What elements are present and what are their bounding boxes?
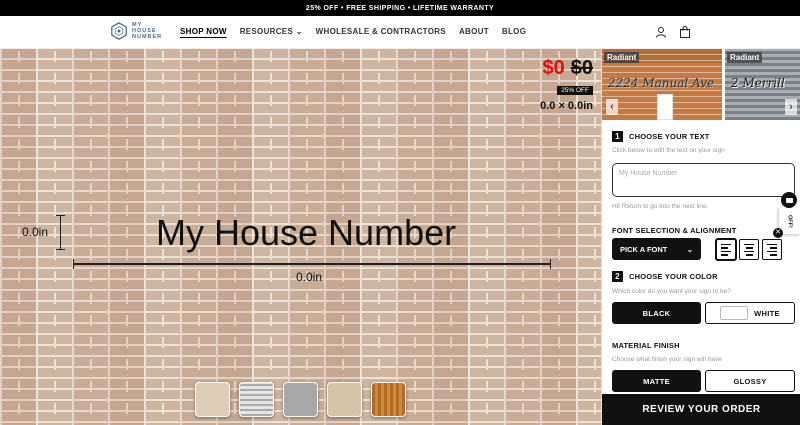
bag-icon[interactable]: [679, 26, 691, 38]
example-thumbnails: Radiant 2224 Manual Ave Radiant 2 Merril…: [602, 49, 800, 120]
door-image: [657, 94, 673, 120]
sale-price: $0: [542, 57, 565, 79]
sign-text-input[interactable]: My House Number: [612, 163, 795, 197]
swatch-stucco-beige[interactable]: [327, 382, 362, 417]
step-title: CHOOSE YOUR COLOR: [629, 272, 718, 281]
review-order-button[interactable]: REVIEW YOUR ORDER: [602, 394, 800, 425]
configurator-panel: Radiant 2224 Manual Ave Radiant 2 Merril…: [601, 49, 800, 425]
align-left-button[interactable]: [716, 239, 736, 260]
height-dimension-line: [56, 215, 65, 250]
pick-font-label: PICK A FONT: [620, 244, 668, 254]
thumbnail-1[interactable]: Radiant 2224 Manual Ave: [602, 49, 722, 120]
thumbnail-tag: Radiant: [727, 52, 763, 63]
width-label: 0.0in: [296, 270, 323, 284]
main-nav: SHOP NOW RESOURCES ⌄ WHOLESALE & CONTRAC…: [180, 27, 539, 36]
color-white-label: WHITE: [754, 308, 780, 318]
chevron-left-icon[interactable]: ‹: [606, 99, 618, 115]
step-number: 1: [612, 131, 623, 142]
step-choose-color: 2 CHOOSE YOUR COLOR: [612, 271, 718, 282]
thumbnail-text: 2224 Manual Ave: [608, 76, 715, 90]
nav-wholesale[interactable]: WHOLESALE & CONTRACTORS: [316, 27, 446, 36]
site-logo[interactable]: MY HOUSE NUMBER: [110, 22, 162, 40]
chevron-down-icon: ⌄: [295, 27, 303, 36]
step-title: CHOOSE YOUR TEXT: [629, 132, 710, 141]
color-white-button[interactable]: WHITE: [705, 302, 795, 324]
nav-shop-now[interactable]: SHOP NOW: [180, 27, 227, 36]
align-center-button[interactable]: [739, 239, 759, 260]
nav-resources[interactable]: RESOURCES ⌄: [240, 27, 303, 36]
finish-matte-button[interactable]: MATTE: [612, 370, 701, 392]
chevron-right-icon[interactable]: ›: [785, 99, 797, 115]
pick-font-dropdown[interactable]: PICK A FONT ⌄: [612, 238, 701, 260]
step-help-text: Click below to edit the text on your sig…: [612, 147, 725, 154]
sign-size: 0.0 × 0.0in: [540, 100, 593, 112]
close-icon[interactable]: ✕: [773, 228, 783, 238]
step-number: 2: [612, 271, 623, 282]
width-dimension-line: [73, 259, 551, 269]
step-help-text: Which color do you want your sign to be?: [612, 288, 731, 295]
finish-help-text: Choose what finish your sign will have: [612, 356, 722, 363]
input-hint: Hit Return to go into the next line.: [612, 203, 709, 210]
logo-wordmark: MY HOUSE NUMBER: [132, 22, 163, 40]
height-label: 0.0in: [22, 225, 49, 239]
nav-blog[interactable]: BLOG: [502, 27, 526, 36]
material-swatches: [195, 382, 406, 417]
thumbnail-text: 2 Merrill: [731, 76, 785, 90]
align-right-button[interactable]: [762, 239, 782, 260]
site-header: MY HOUSE NUMBER SHOP NOW RESOURCES ⌄ WHO…: [0, 16, 800, 49]
logo-icon: [111, 22, 127, 40]
nav-about[interactable]: ABOUT: [459, 27, 489, 36]
user-icon[interactable]: [655, 26, 667, 38]
sign-text-preview[interactable]: My House Number: [156, 212, 456, 254]
price-box: $0 $0 25% OFF 0.0 × 0.0in: [540, 57, 593, 112]
font-section-title: FONT SELECTION & ALIGNMENT: [612, 226, 737, 235]
white-color-chip: [720, 306, 749, 320]
discount-badge: 25% OFF: [557, 86, 593, 95]
swatch-corrugated-gray[interactable]: [239, 382, 274, 417]
sign-preview-canvas: $0 $0 25% OFF 0.0 × 0.0in My House Numbe…: [0, 49, 601, 425]
chat-icon[interactable]: [781, 192, 797, 208]
swatch-sandstone[interactable]: [195, 382, 230, 417]
step-choose-text: 1 CHOOSE YOUR TEXT: [612, 131, 710, 142]
finish-glossy-button[interactable]: GLOSSY: [705, 370, 795, 392]
swatch-concrete-gray[interactable]: [283, 382, 318, 417]
swatch-wood[interactable]: [371, 382, 406, 417]
color-black-button[interactable]: BLACK: [612, 302, 701, 324]
thumbnail-tag: Radiant: [604, 52, 640, 63]
finish-section-title: MATERIAL FINISH: [612, 341, 680, 350]
announcement-bar: 25% OFF • FREE SHIPPING • LIFETIME WARRA…: [0, 0, 800, 16]
original-price: $0: [570, 57, 593, 79]
chevron-down-icon: ⌄: [686, 244, 693, 254]
